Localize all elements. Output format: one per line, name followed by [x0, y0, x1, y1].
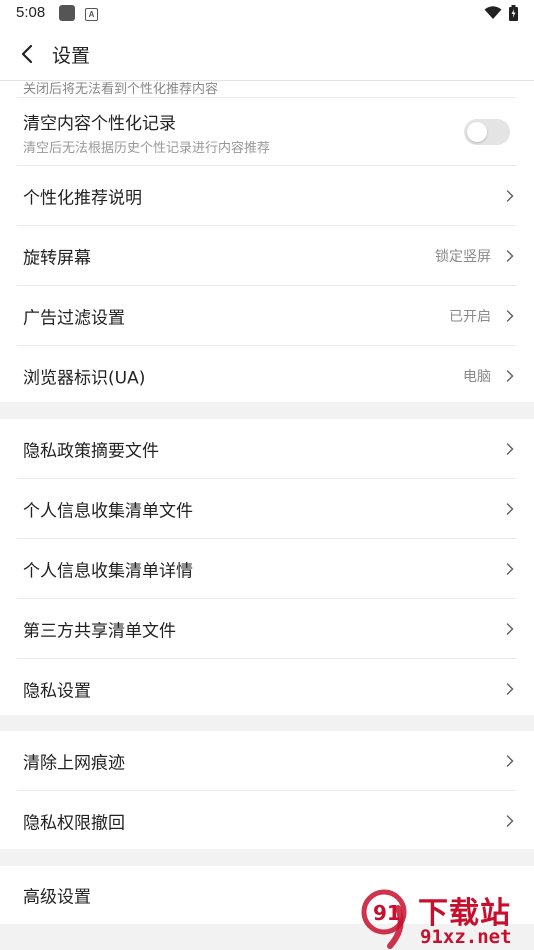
row-personalized-recommend-info[interactable]: 个性化推荐说明 [17, 166, 517, 226]
chevron-right-icon [506, 502, 514, 515]
chevron-right-icon [506, 189, 514, 202]
chevron-right-icon [506, 309, 514, 322]
row-label: 个人信息收集清单详情 [23, 561, 193, 581]
chevron-right-icon [506, 369, 514, 382]
row-label: 隐私设置 [23, 681, 91, 701]
row-privacy-settings[interactable]: 隐私设置 [17, 659, 517, 718]
chevron-right-icon [506, 622, 514, 635]
row-revoke-privacy-permissions[interactable]: 隐私权限撤回 [17, 791, 517, 850]
battery-icon [509, 5, 518, 21]
row-label: 广告过滤设置 [23, 308, 125, 328]
status-bar: 5:08 A [0, 0, 534, 28]
app-header: 设置 [0, 28, 534, 81]
row-third-party-share-list[interactable]: 第三方共享清单文件 [17, 599, 517, 659]
watermark: 91 下载站 91xz.net [360, 888, 534, 950]
row-label: 清空内容个性化记录 [23, 114, 176, 134]
watermark-url: 91xz.net [420, 926, 512, 948]
row-ad-filter-settings[interactable]: 广告过滤设置 已开启 [17, 286, 517, 346]
back-arrow-icon[interactable] [20, 44, 34, 64]
chevron-right-icon [506, 814, 514, 827]
chevron-right-icon [506, 442, 514, 455]
row-rotate-screen[interactable]: 旋转屏幕 锁定竖屏 [17, 226, 517, 286]
row-label: 高级设置 [23, 887, 91, 908]
row-privacy-policy-summary[interactable]: 隐私政策摘要文件 [17, 419, 517, 479]
row-browser-ua[interactable]: 浏览器标识(UA) 电脑 [17, 346, 517, 402]
clear-records-toggle[interactable] [464, 119, 510, 145]
notification-a-icon: A [85, 8, 98, 21]
row-personal-info-list-details[interactable]: 个人信息收集清单详情 [17, 539, 517, 599]
watermark-logo-text: 91 [373, 901, 401, 925]
row-clear-browsing-traces[interactable]: 清除上网痕迹 [17, 731, 517, 791]
chevron-right-icon [506, 754, 514, 767]
settings-group-personalization: 关闭后将无法看到个性化推荐内容 清空内容个性化记录 清空后无法根据历史个性记录进… [0, 81, 534, 402]
notification-square-icon [59, 5, 75, 21]
row-label: 隐私权限撤回 [23, 813, 125, 833]
row-subtitle: 清空后无法根据历史个性记录进行内容推荐 [23, 141, 271, 156]
row-value: 电脑 [463, 368, 491, 385]
toggle-knob [467, 122, 487, 142]
chevron-right-icon [506, 562, 514, 575]
row-label: 浏览器标识(UA) [23, 368, 146, 388]
row-label: 第三方共享清单文件 [23, 621, 176, 641]
status-time: 5:08 [16, 4, 46, 21]
row-value: 已开启 [449, 308, 491, 325]
settings-group-clear: 清除上网痕迹 隐私权限撤回 [0, 731, 534, 849]
row-label: 清除上网痕迹 [23, 753, 125, 773]
row-value: 锁定竖屏 [435, 248, 491, 265]
chevron-right-icon [506, 249, 514, 262]
settings-group-privacy: 隐私政策摘要文件 个人信息收集清单文件 个人信息收集清单详情 第三方共享清单文件… [0, 419, 534, 715]
chevron-right-icon [506, 682, 514, 695]
row-label: 隐私政策摘要文件 [23, 441, 159, 461]
row-label: 个人信息收集清单文件 [23, 501, 193, 521]
row-label: 个性化推荐说明 [23, 188, 142, 208]
watermark-logo-icon: 91 [361, 889, 407, 949]
page-title: 设置 [52, 45, 91, 67]
cut-off-description: 关闭后将无法看到个性化推荐内容 [23, 82, 219, 97]
row-personal-info-list-file[interactable]: 个人信息收集清单文件 [17, 479, 517, 539]
row-label: 旋转屏幕 [23, 248, 91, 268]
wifi-icon [484, 6, 502, 19]
row-clear-personal-records[interactable]: 清空内容个性化记录 清空后无法根据历史个性记录进行内容推荐 [17, 98, 517, 166]
